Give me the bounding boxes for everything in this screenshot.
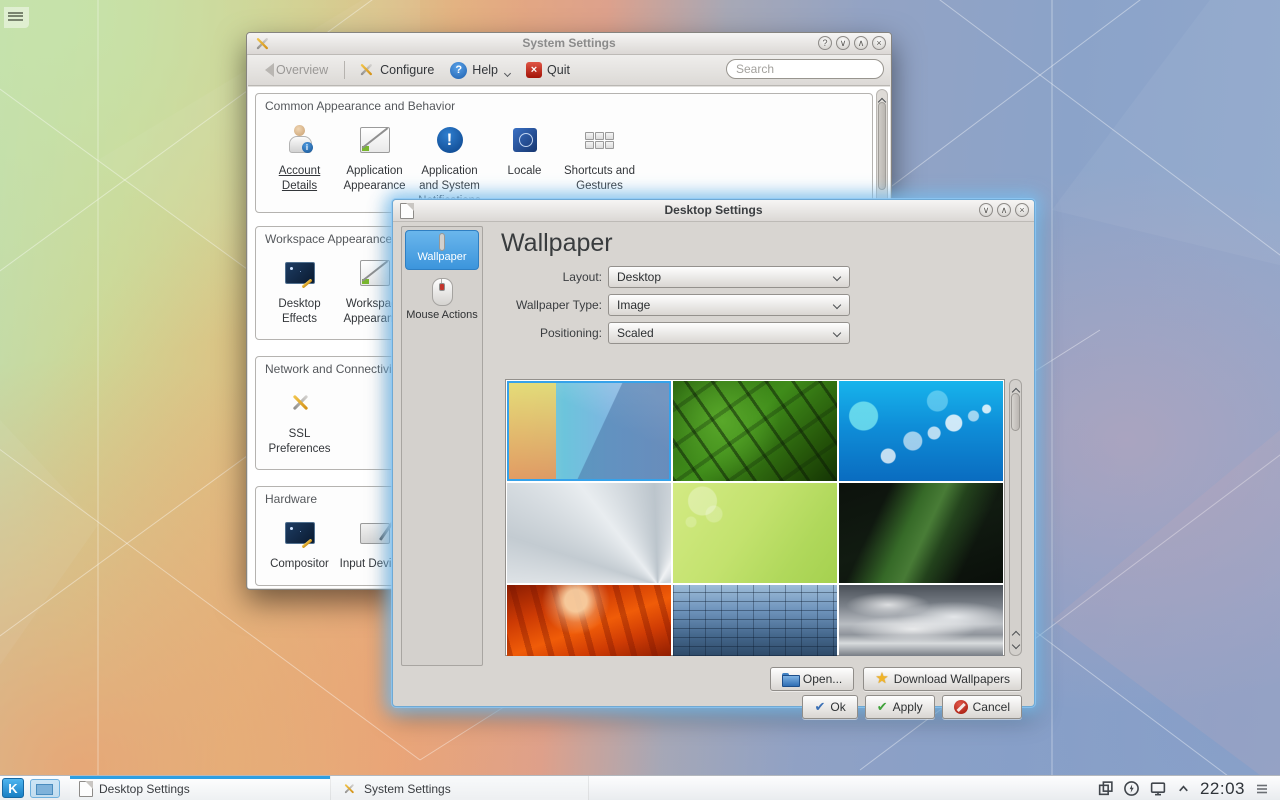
section-common-appearance: Common Appearance and Behavior i Account… — [255, 93, 873, 213]
toolbar-separator — [344, 61, 345, 79]
quit-icon: × — [526, 62, 542, 78]
positioning-select[interactable]: Scaled — [608, 322, 850, 344]
display-icon[interactable] — [1149, 780, 1167, 797]
chevron-down-icon — [833, 301, 841, 309]
workspace-appearance-icon — [360, 260, 390, 286]
configure-button[interactable]: Configure — [357, 61, 434, 79]
desktop-settings-dialog: Desktop Settings ∨ ∧ × Wallpaper Mouse A… — [392, 199, 1035, 707]
close-button[interactable]: × — [872, 36, 886, 50]
cancel-icon — [954, 700, 968, 714]
ssl-preferences-icon — [291, 394, 309, 412]
layout-select[interactable]: Desktop — [608, 266, 850, 288]
ok-check-icon: ✔ — [814, 699, 825, 715]
positioning-label: Positioning: — [393, 322, 602, 344]
shortcuts-icon — [585, 132, 614, 149]
star-icon: ★ — [875, 672, 888, 686]
wallpaper-thumbnail[interactable] — [839, 585, 1003, 656]
overview-button[interactable]: Overview — [258, 63, 328, 77]
ok-button[interactable]: ✔ Ok — [802, 695, 857, 719]
maximize-button[interactable]: ∧ — [854, 36, 868, 50]
item-account-details[interactable]: i Account Details — [262, 119, 337, 209]
dialog-body: Wallpaper Mouse Actions Wallpaper Layout… — [393, 221, 1034, 706]
back-arrow-icon — [258, 63, 274, 77]
sidebar-item-wallpaper[interactable]: Wallpaper — [405, 230, 479, 270]
item-compositor[interactable]: Compositor — [262, 512, 337, 572]
application-appearance-icon — [360, 127, 390, 153]
search-input[interactable] — [726, 59, 884, 79]
help-window-button[interactable]: ? — [818, 36, 832, 50]
locale-icon — [513, 128, 537, 152]
system-settings-titlebar[interactable]: System Settings ? ∨ ∧ × — [247, 33, 891, 55]
wallpaper-thumbnail[interactable] — [839, 483, 1003, 583]
item-shortcuts[interactable]: Shortcuts and Gestures — [562, 119, 637, 209]
layout-label: Layout: — [393, 266, 602, 288]
help-button[interactable]: ? Help — [450, 62, 510, 79]
task-system-settings[interactable]: System Settings — [331, 776, 589, 800]
chevron-down-icon — [833, 273, 841, 281]
app-launcher-button[interactable]: K — [2, 778, 24, 798]
desktop-toolbox[interactable] — [4, 7, 29, 28]
wallpaper-type-label: Wallpaper Type: — [393, 294, 602, 316]
download-wallpapers-button[interactable]: ★ Download Wallpapers — [863, 667, 1022, 691]
chevron-down-icon — [833, 329, 841, 337]
item-application-appearance[interactable]: Application Appearance — [337, 119, 412, 209]
configure-icon — [359, 63, 373, 77]
page-title: Wallpaper — [501, 229, 613, 258]
dialog-maximize-button[interactable]: ∧ — [997, 203, 1011, 217]
wallpaper-grid-scrollbar[interactable] — [1009, 379, 1022, 656]
wallpaper-monitor-icon — [440, 236, 444, 248]
dialog-close-button[interactable]: × — [1015, 203, 1029, 217]
dialog-titlebar[interactable]: Desktop Settings ∨ ∧ × — [393, 200, 1034, 222]
panel-toolbox-icon[interactable] — [1254, 781, 1270, 797]
system-settings-icon — [343, 783, 354, 794]
folder-icon — [782, 673, 798, 685]
wallpaper-thumbnail[interactable] — [507, 483, 671, 583]
desktop-effects-icon — [285, 262, 315, 284]
cancel-button[interactable]: Cancel — [942, 695, 1022, 719]
wallpaper-grid — [505, 379, 1005, 656]
task-desktop-settings[interactable]: Desktop Settings — [70, 776, 331, 800]
item-ssl-preferences[interactable]: SSL Preferences — [262, 382, 337, 457]
desktop: System Settings ? ∨ ∧ × Overview Configu… — [0, 0, 1280, 800]
notifications-icon: ! — [437, 127, 463, 153]
system-tray: 22:03 — [1097, 776, 1270, 800]
pager-widget[interactable] — [30, 779, 60, 798]
help-icon: ? — [450, 62, 467, 79]
window-title: System Settings — [247, 33, 891, 54]
dialog-sidebar: Wallpaper Mouse Actions — [401, 226, 483, 666]
dialog-title: Desktop Settings — [393, 200, 1034, 221]
apply-check-icon: ✔ — [877, 699, 888, 715]
wallpaper-type-select[interactable]: Image — [608, 294, 850, 316]
clock[interactable]: 22:03 — [1200, 779, 1245, 799]
power-status-icon[interactable] — [1123, 780, 1140, 797]
taskbar: K Desktop Settings System Settings — [0, 775, 1280, 800]
expand-tray-icon[interactable] — [1176, 781, 1191, 796]
quit-button[interactable]: × Quit — [526, 62, 570, 78]
wallpaper-thumbnail[interactable] — [673, 585, 837, 656]
wallpaper-thumbnail[interactable] — [673, 381, 837, 481]
apply-button[interactable]: ✔ Apply — [865, 695, 935, 719]
item-notifications[interactable]: ! Application and System Notifications — [412, 119, 487, 209]
wallpaper-thumbnail-selected[interactable] — [507, 381, 671, 481]
chevron-down-icon — [504, 69, 511, 76]
dialog-minimize-button[interactable]: ∨ — [979, 203, 993, 217]
clipboard-icon[interactable] — [1097, 780, 1114, 797]
compositor-icon — [285, 522, 315, 544]
minimize-button[interactable]: ∨ — [836, 36, 850, 50]
system-settings-toolbar: Overview Configure ? Help × Quit — [248, 55, 890, 86]
input-devices-icon — [360, 523, 390, 544]
account-details-icon: i — [287, 125, 313, 155]
item-desktop-effects[interactable]: Desktop Effects — [262, 252, 337, 327]
item-locale[interactable]: Locale — [487, 119, 562, 209]
wallpaper-thumbnail[interactable] — [673, 483, 837, 583]
open-button[interactable]: Open... — [770, 667, 854, 691]
wallpaper-thumbnail[interactable] — [839, 381, 1003, 481]
wallpaper-thumbnail[interactable] — [507, 585, 671, 656]
document-icon — [79, 781, 93, 797]
